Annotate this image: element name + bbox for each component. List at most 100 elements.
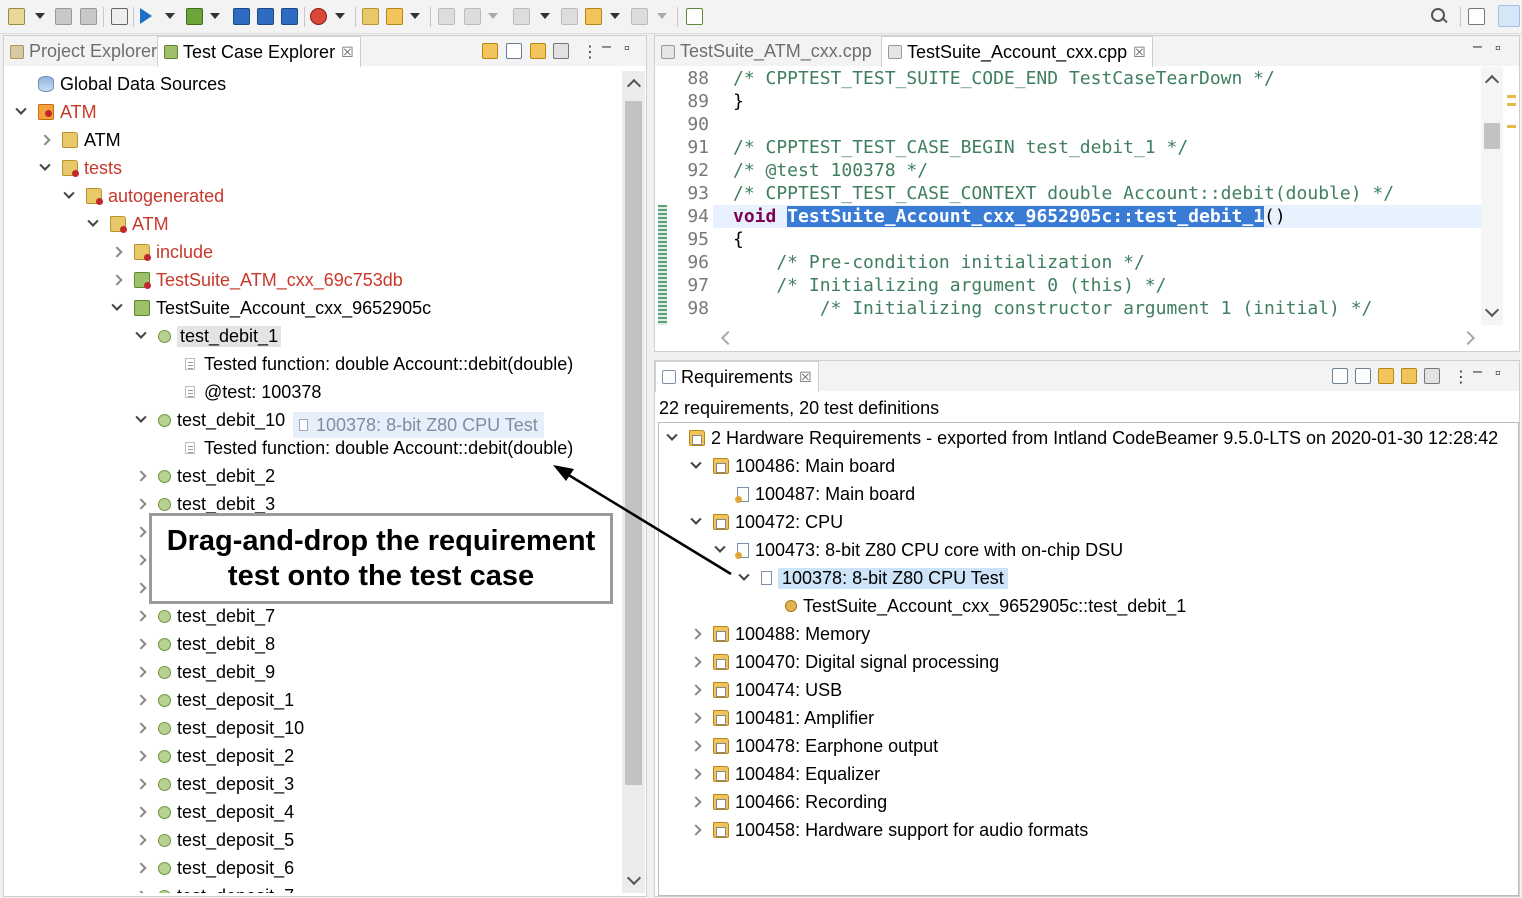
chevron-right-icon[interactable] <box>134 749 148 763</box>
tree-item[interactable]: test_deposit_4 <box>134 799 294 825</box>
close-icon[interactable]: ☒ <box>341 44 354 61</box>
chevron-right-icon[interactable] <box>110 273 124 287</box>
minimize-icon[interactable]: ‒ <box>1473 363 1482 381</box>
back-icon[interactable] <box>585 8 602 25</box>
requirement-item[interactable]: 100474: USB <box>689 677 842 703</box>
tree-item[interactable]: autogenerated <box>62 183 224 209</box>
view-menu-icon[interactable]: ⋮ <box>582 42 598 62</box>
chevron-right-icon[interactable] <box>134 637 148 651</box>
open-perspective-icon[interactable] <box>1468 8 1485 25</box>
tree-item[interactable]: Global Data Sources <box>14 71 226 97</box>
chevron-right-icon[interactable] <box>134 525 148 539</box>
requirement-item[interactable]: 100472: CPU <box>689 509 843 535</box>
tree-item[interactable]: test_debit_2 <box>134 463 275 489</box>
chevron-right-icon[interactable] <box>134 665 148 679</box>
tree-item[interactable]: test_deposit_5 <box>134 827 294 853</box>
maximize-icon[interactable]: ▫ <box>1495 365 1501 383</box>
requirement-item[interactable]: 100484: Equalizer <box>689 761 880 787</box>
filter-icon[interactable] <box>553 43 569 59</box>
requirement-item[interactable]: 100488: Memory <box>689 621 870 647</box>
forward-icon[interactable] <box>631 8 648 25</box>
maximize-icon[interactable]: ▫ <box>624 40 630 58</box>
chevron-right-icon[interactable] <box>134 889 148 893</box>
chevron-down-icon[interactable] <box>38 161 52 175</box>
chevron-right-icon[interactable] <box>134 553 148 567</box>
chevron-right-icon[interactable] <box>134 833 148 847</box>
tree-item[interactable]: test_debit_10 <box>134 407 285 433</box>
requirement-item[interactable]: 100378: 8-bit Z80 CPU Test <box>737 565 1008 591</box>
prev-annotation-icon[interactable] <box>513 8 530 25</box>
requirement-item[interactable]: 100466: Recording <box>689 789 887 815</box>
new-dropdown-icon[interactable] <box>35 13 45 19</box>
chevron-down-icon[interactable] <box>713 543 727 557</box>
view-menu-icon[interactable]: ⋮ <box>1453 367 1469 387</box>
chevron-right-icon[interactable] <box>689 767 703 781</box>
tab-test-case-explorer[interactable]: Test Case Explorer ☒ <box>157 36 361 67</box>
chevron-right-icon[interactable] <box>38 133 52 147</box>
scroll-down-icon[interactable] <box>626 870 642 886</box>
run-dropdown-icon[interactable] <box>165 13 175 19</box>
editor-scrollbar[interactable] <box>1481 67 1503 325</box>
chevron-down-icon[interactable] <box>689 515 703 529</box>
search-icon[interactable] <box>1430 7 1448 25</box>
back-dropdown-icon[interactable] <box>610 13 620 19</box>
filter-icon[interactable] <box>1424 368 1440 384</box>
requirement-item[interactable]: 100470: Digital signal processing <box>689 649 999 675</box>
requirement-item[interactable]: 100458: Hardware support for audio forma… <box>689 817 1088 843</box>
tree-item[interactable]: test_deposit_2 <box>134 743 294 769</box>
console-icon[interactable] <box>111 8 128 25</box>
save-icon[interactable] <box>55 8 72 25</box>
minimize-icon[interactable]: ‒ <box>1473 38 1482 56</box>
chevron-down-icon[interactable] <box>110 301 124 315</box>
chevron-right-icon[interactable] <box>689 683 703 697</box>
analyze-icon[interactable] <box>233 8 250 25</box>
requirement-item[interactable]: 100473: 8-bit Z80 CPU core with on-chip … <box>713 537 1123 563</box>
tree-item[interactable]: test_deposit_1 <box>134 687 294 713</box>
tree-item[interactable]: test_debit_8 <box>134 631 275 657</box>
chevron-right-icon[interactable] <box>134 581 148 595</box>
code-line[interactable]: 97 /* Initializing argument 0 (this) */ <box>675 274 1475 297</box>
link-icon[interactable] <box>1378 368 1394 384</box>
open-folder-icon[interactable] <box>362 8 379 25</box>
chevron-down-icon[interactable] <box>86 217 100 231</box>
requirement-item[interactable]: 100486: Main board <box>689 453 895 479</box>
code-line[interactable]: 98 /* Initializing constructor argument … <box>675 297 1475 320</box>
tab-testsuite-account[interactable]: TestSuite_Account_cxx.cpp ☒ <box>881 36 1153 67</box>
debug-dropdown-icon[interactable] <box>335 13 345 19</box>
tree-item[interactable]: Tested function: double Account::debit(d… <box>158 351 573 377</box>
forward-dropdown-icon[interactable] <box>657 13 667 19</box>
expand-all-icon[interactable] <box>1332 368 1348 384</box>
maximize-icon[interactable]: ▫ <box>1495 40 1501 58</box>
chevron-right-icon[interactable] <box>689 711 703 725</box>
chevron-right-icon[interactable] <box>134 469 148 483</box>
horizontal-scrollbar[interactable] <box>713 327 1483 349</box>
code-line[interactable]: 89} <box>675 90 1475 113</box>
next-annotation-icon[interactable] <box>464 8 481 25</box>
code-line[interactable]: 95 { <box>675 228 1475 251</box>
code-line[interactable]: 94 void TestSuite_Account_cxx_9652905c::t… <box>675 205 1475 228</box>
code-line[interactable]: 96 /* Pre-condition initialization */ <box>675 251 1475 274</box>
requirement-item[interactable]: 100487: Main board <box>713 481 915 507</box>
ruler-mark[interactable] <box>1507 95 1516 98</box>
new-file-icon[interactable] <box>8 8 25 25</box>
tree-item[interactable]: test_deposit_7 <box>134 883 294 893</box>
tree-item[interactable]: include <box>110 239 213 265</box>
tree-item[interactable]: test_deposit_3 <box>134 771 294 797</box>
requirement-item[interactable]: 100478: Earphone output <box>689 733 938 759</box>
chevron-down-icon[interactable] <box>689 459 703 473</box>
chevron-right-icon[interactable] <box>134 693 148 707</box>
last-edit-icon[interactable] <box>561 8 578 25</box>
minimize-icon[interactable]: ‒ <box>602 38 611 56</box>
chevron-right-icon[interactable] <box>134 861 148 875</box>
code-area[interactable]: 88 /* CPPTEST_TEST_SUITE_CODE_END TestCas… <box>675 67 1481 325</box>
edit-icon[interactable] <box>438 8 455 25</box>
tree-item[interactable]: test_deposit_6 <box>134 855 294 881</box>
test-run-dropdown-icon[interactable] <box>210 13 220 19</box>
tree-item[interactable]: tests <box>38 155 122 181</box>
chevron-right-icon[interactable] <box>689 795 703 809</box>
code-line[interactable]: 88 /* CPPTEST_TEST_SUITE_CODE_END TestCas… <box>675 67 1475 90</box>
ruler-mark[interactable] <box>1507 103 1516 106</box>
link-editor-icon[interactable] <box>530 43 546 59</box>
debug-icon[interactable] <box>310 8 327 25</box>
tab-project-explorer[interactable]: Project Explorer <box>4 36 163 67</box>
